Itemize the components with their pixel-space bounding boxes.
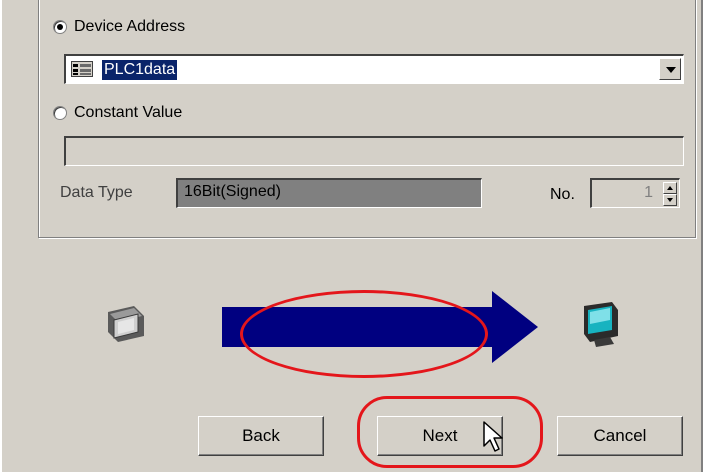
data-type-label: Data Type — [60, 184, 133, 201]
no-label: No. — [550, 186, 575, 203]
wizard-dialog: Device Address PLC1data Constant Value D… — [0, 0, 701, 472]
device-address-label: Device Address — [74, 18, 186, 35]
device-address-radio[interactable] — [53, 20, 67, 34]
constant-value-input[interactable] — [64, 136, 684, 166]
device-address-dropdown-button[interactable] — [659, 58, 681, 80]
data-type-field: 16Bit(Signed) — [176, 178, 482, 208]
constant-value-label: Constant Value — [74, 104, 183, 121]
cancel-button-label: Cancel — [593, 426, 647, 445]
transfer-arrow-icon — [222, 291, 538, 363]
device-address-value[interactable]: PLC1data — [102, 60, 178, 80]
no-spin-up-button[interactable] — [663, 182, 677, 194]
next-button-label: Next — [422, 426, 458, 445]
panel-display-icon — [108, 306, 144, 342]
device-address-combo[interactable]: PLC1data — [64, 54, 684, 84]
back-button[interactable]: Back — [198, 416, 324, 456]
left-edge — [0, 0, 2, 472]
no-spinner[interactable]: 1 — [590, 178, 680, 208]
address-table-icon — [71, 61, 93, 77]
data-type-value: 16Bit(Signed) — [184, 183, 281, 200]
monitor-icon — [584, 302, 618, 347]
no-spin-down-button[interactable] — [663, 194, 677, 206]
right-edge — [701, 0, 703, 472]
back-button-label: Back — [242, 426, 280, 445]
mouse-pointer-icon — [483, 421, 503, 452]
cancel-button[interactable]: Cancel — [557, 416, 683, 456]
no-value: 1 — [644, 184, 653, 201]
constant-value-radio[interactable] — [53, 106, 67, 120]
